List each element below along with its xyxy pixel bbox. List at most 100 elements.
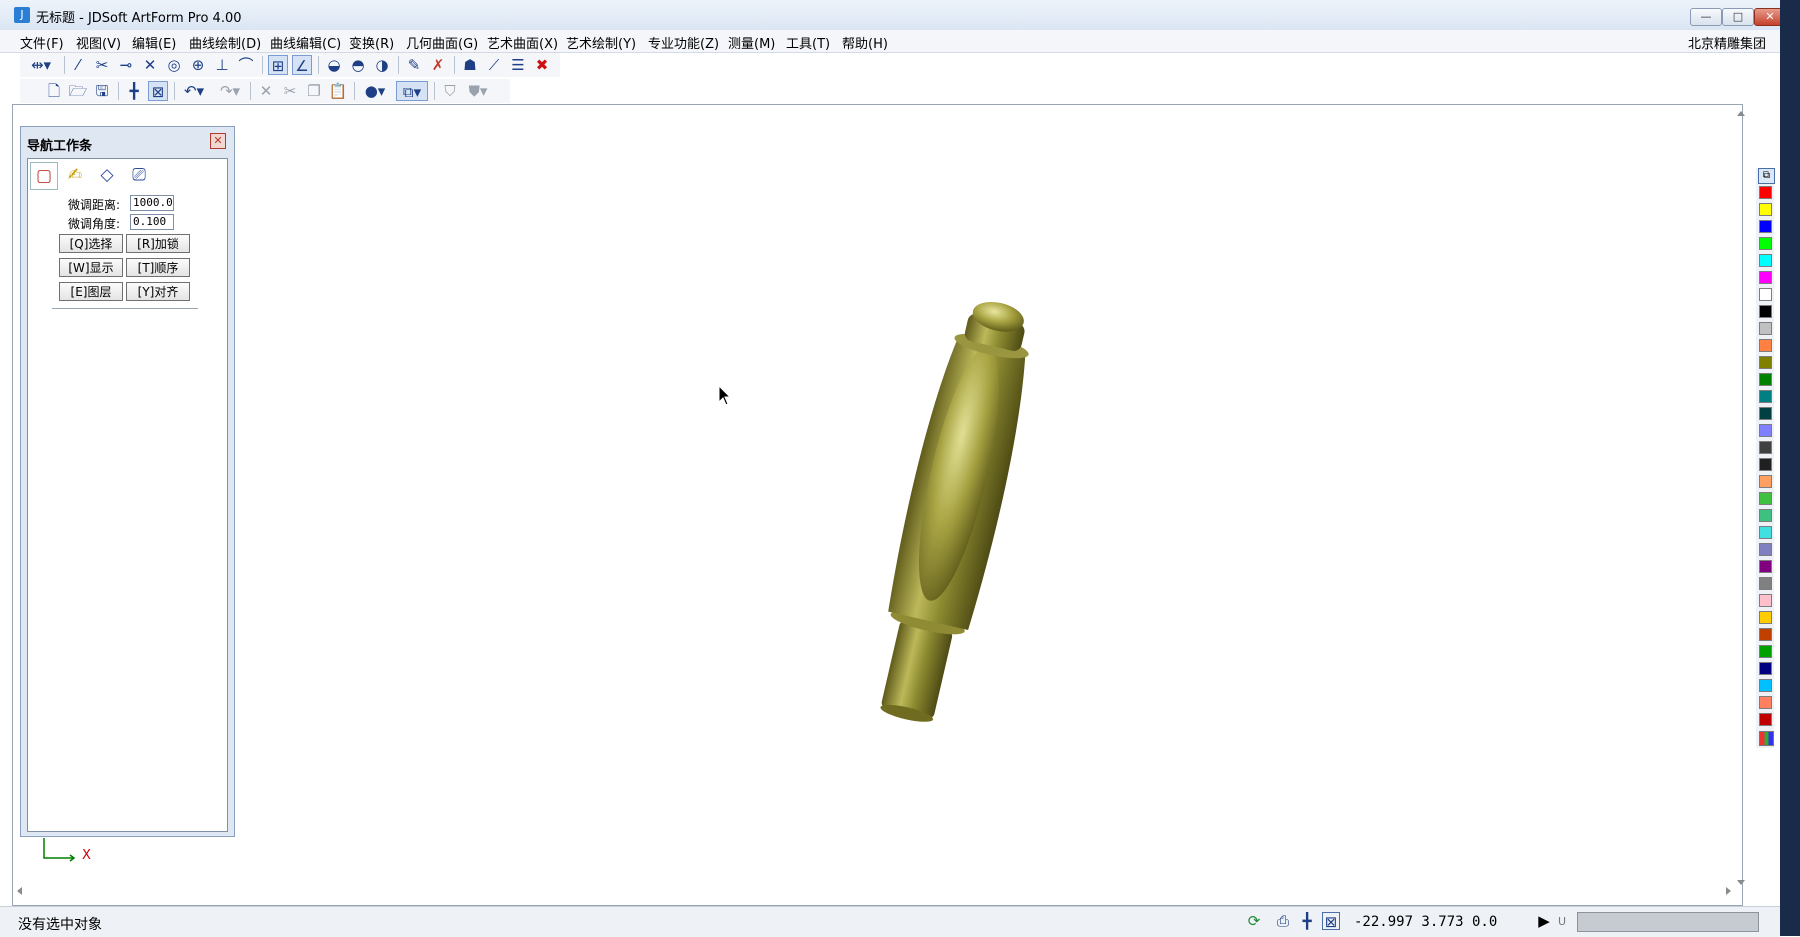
node-edit-icon[interactable]: ✎ (404, 55, 424, 75)
redo-icon[interactable]: ↷▾ (216, 81, 244, 101)
menu-curve-draw[interactable]: 曲线绘制(D) (189, 33, 261, 52)
menu-help[interactable]: 帮助(H) (842, 33, 888, 52)
color-swatch[interactable] (1759, 271, 1772, 284)
color-swatch[interactable] (1759, 373, 1772, 386)
shade2-icon[interactable]: ⛊▾ (464, 81, 492, 101)
more-colors-icon[interactable] (1759, 731, 1774, 746)
color-swatch[interactable] (1759, 713, 1772, 726)
horizontal-scrollbar[interactable] (14, 885, 1734, 897)
color-swatch[interactable] (1759, 441, 1772, 454)
3d-viewport[interactable] (12, 104, 1743, 906)
menu-view[interactable]: 视图(V) (76, 33, 121, 52)
color-swatch[interactable] (1759, 220, 1772, 233)
cross-icon[interactable]: ✕ (140, 55, 160, 75)
paste-icon[interactable]: 📋 (328, 81, 348, 101)
color-swatch[interactable] (1759, 475, 1772, 488)
maximize-button[interactable]: □ (1722, 8, 1754, 26)
nav-tab-surface-icon[interactable]: ◇ (94, 162, 120, 188)
shade1-icon[interactable]: ⛉ (440, 81, 460, 101)
tangent-icon[interactable]: ⌒ (236, 55, 256, 75)
surface3-icon[interactable]: ◑ (372, 55, 392, 75)
color-swatch[interactable] (1759, 577, 1772, 590)
menu-edit[interactable]: 编辑(E) (132, 33, 176, 52)
menu-art-surface[interactable]: 艺术曲面(X) (487, 33, 558, 52)
color-swatch[interactable] (1759, 407, 1772, 420)
crosshair-icon[interactable]: ╋ (124, 81, 144, 101)
color-swatch[interactable] (1759, 526, 1772, 539)
fine-distance-input[interactable]: 1000.0 (130, 195, 174, 211)
cut-icon[interactable]: ✕ (256, 81, 276, 101)
menu-curve-edit[interactable]: 曲线编辑(C) (270, 33, 341, 52)
sculpt-icon[interactable]: ☗ (460, 55, 480, 75)
color-swatch[interactable] (1759, 645, 1772, 658)
color-swatch[interactable] (1759, 594, 1772, 607)
color-swatch[interactable] (1759, 560, 1772, 573)
measure-icon[interactable]: ⟋ (484, 55, 504, 75)
undo-icon[interactable]: ↶▾ (180, 81, 208, 101)
grid-icon[interactable]: ⊞ (268, 55, 288, 75)
print-setup-icon[interactable]: ⎙ (1274, 912, 1292, 930)
menu-geometric-surface[interactable]: 几何曲面(G) (406, 33, 478, 52)
view-cube-icon[interactable]: ⧉▾ (396, 81, 428, 101)
color-swatch[interactable] (1759, 339, 1772, 352)
color-swatch[interactable] (1759, 458, 1772, 471)
refresh-icon[interactable]: ⟳ (1245, 912, 1263, 930)
save-icon[interactable]: 🖫 (92, 81, 112, 101)
menu-file[interactable]: 文件(F) (20, 33, 64, 52)
menu-professional[interactable]: 专业功能(Z) (648, 33, 719, 52)
zoom-box-icon[interactable]: ⊠ (148, 81, 168, 101)
nav-tab-edit-icon[interactable]: ✍ (62, 162, 88, 188)
new-file-icon[interactable]: 🗋 (44, 81, 64, 101)
color-swatch[interactable] (1759, 203, 1772, 216)
3d-model[interactable] (880, 285, 1040, 725)
color-swatch[interactable] (1759, 322, 1772, 335)
nav-tab-layers-icon[interactable]: ⎚ (126, 162, 152, 188)
color-swatch[interactable] (1759, 356, 1772, 369)
angle-icon[interactable]: ∠ (292, 55, 312, 75)
color-swatch[interactable] (1759, 509, 1772, 522)
select-button[interactable]: [Q]选择 (59, 234, 123, 253)
color-swatch[interactable] (1759, 492, 1772, 505)
center-icon[interactable]: ⊕ (188, 55, 208, 75)
copy-icon[interactable]: ❐ (304, 81, 324, 101)
node-delete-icon[interactable]: ✗ (428, 55, 448, 75)
color-swatch[interactable] (1759, 390, 1772, 403)
nav-panel-close-button[interactable]: ✕ (210, 133, 226, 149)
open-folder-icon[interactable]: 🗁 (68, 81, 88, 101)
menu-transform[interactable]: 变换(R) (349, 33, 394, 52)
layer-button[interactable]: [E]图层 (59, 282, 123, 301)
circle-icon[interactable]: ◎ (164, 55, 184, 75)
color-swatch[interactable] (1759, 424, 1772, 437)
color-swatch[interactable] (1759, 254, 1772, 267)
color-swatch[interactable] (1759, 543, 1772, 556)
color-swatch[interactable] (1759, 628, 1772, 641)
color-swatch[interactable] (1759, 305, 1772, 318)
align-button[interactable]: [Y]对齐 (126, 282, 190, 301)
list-icon[interactable]: ☰ (508, 55, 528, 75)
color-swatch[interactable] (1759, 186, 1772, 199)
play-icon[interactable]: ▶ (1535, 912, 1553, 930)
menu-tools[interactable]: 工具(T) (786, 33, 830, 52)
perpendicular-icon[interactable]: ⊥ (212, 55, 232, 75)
vertical-scrollbar[interactable] (1735, 108, 1747, 888)
color-swatch[interactable] (1759, 696, 1772, 709)
lock-button[interactable]: [R]加锁 (126, 234, 190, 253)
menu-measure[interactable]: 测量(M) (728, 33, 775, 52)
fine-angle-input[interactable]: 0.100 (130, 214, 174, 230)
snap-icon[interactable]: ⇹▾ (26, 55, 56, 75)
delete-icon[interactable]: ✖ (532, 55, 552, 75)
extend-icon[interactable]: ⊸ (116, 55, 136, 75)
minimize-button[interactable]: — (1690, 8, 1722, 26)
nav-tab-select-icon[interactable]: ▢ (30, 162, 58, 190)
color-swatch[interactable] (1759, 611, 1772, 624)
trim-icon[interactable]: ✂ (92, 55, 112, 75)
color-swatch[interactable] (1759, 662, 1772, 675)
menu-art-draw[interactable]: 艺术绘制(Y) (566, 33, 636, 52)
order-button[interactable]: [T]顺序 (126, 258, 190, 277)
scissors-icon[interactable]: ✂ (280, 81, 300, 101)
line-icon[interactable]: ⁄ (68, 55, 88, 75)
zoom-fit-icon[interactable]: ⊠ (1322, 912, 1340, 931)
display-button[interactable]: [W]显示 (59, 258, 123, 277)
color-swatch[interactable] (1759, 237, 1772, 250)
crosshair-status-icon[interactable]: ╋ (1298, 912, 1316, 930)
